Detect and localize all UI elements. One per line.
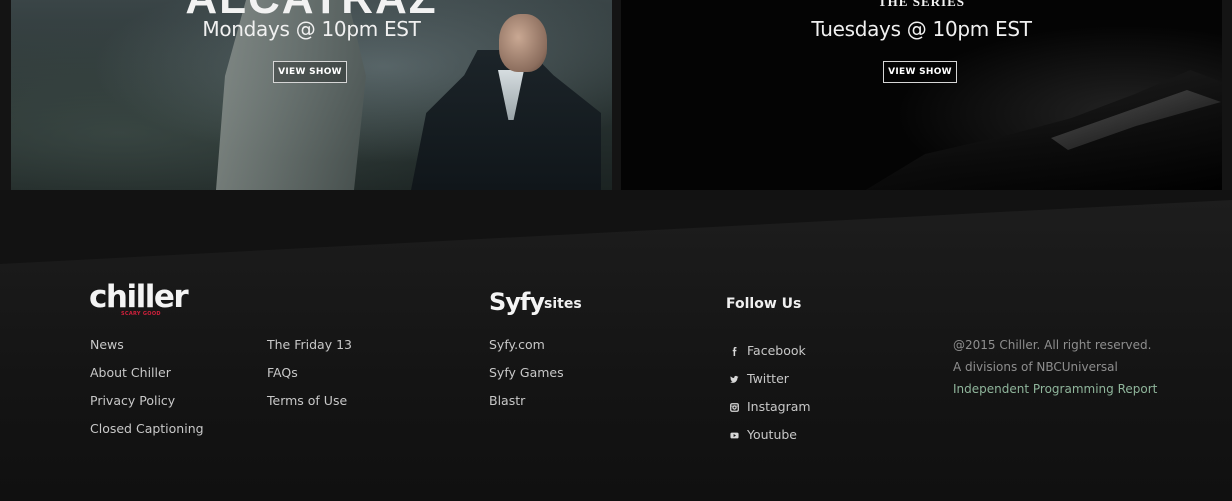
follow-link-label: Facebook [747, 343, 806, 358]
facebook-icon [728, 345, 740, 357]
footer-link-privacy[interactable]: Privacy Policy [90, 393, 204, 421]
chiller-logo[interactable]: chiller SCARY GOOD [89, 280, 189, 322]
follow-link-label: Youtube [747, 427, 797, 442]
syfy-sites-heading: sites [544, 296, 582, 312]
twitter-icon [728, 373, 740, 385]
syfy-link-blastr[interactable]: Blastr [489, 393, 564, 421]
programming-report-link[interactable]: Independent Programming Report [953, 381, 1157, 403]
chiller-logo-wordmark: chiller [89, 279, 189, 315]
footer-link-terms[interactable]: Terms of Use [267, 393, 352, 421]
instagram-icon [728, 401, 740, 413]
page: ALCATRAZ Mondays @ 10pm EST VIEW SHOW TH… [0, 0, 1232, 501]
footer-links-more: The Friday 13 FAQs Terms of Use [267, 337, 352, 421]
chiller-logo-tagline: SCARY GOOD [121, 311, 161, 317]
follow-link-twitter[interactable]: Twitter [728, 365, 811, 393]
follow-us-links: Facebook Twitter Instagram Youtube [728, 337, 811, 449]
division-text: A divisions of NBCUniversal [953, 360, 1118, 374]
footer-links-main: News About Chiller Privacy Policy Closed… [90, 337, 204, 449]
view-show-button[interactable]: VIEW SHOW [273, 61, 347, 83]
view-show-button[interactable]: VIEW SHOW [883, 61, 957, 83]
show-banner-alcatraz[interactable]: ALCATRAZ Mondays @ 10pm EST VIEW SHOW [11, 0, 612, 190]
footer-link-faqs[interactable]: FAQs [267, 365, 352, 393]
footer-link-about[interactable]: About Chiller [90, 365, 204, 393]
syfy-link-games[interactable]: Syfy Games [489, 365, 564, 393]
footer-link-captioning[interactable]: Closed Captioning [90, 421, 204, 449]
youtube-icon [728, 429, 740, 441]
follow-link-label: Twitter [747, 371, 789, 386]
follow-link-label: Instagram [747, 399, 811, 414]
banner-title: THE SERIES [878, 0, 965, 9]
banner-schedule: Tuesdays @ 10pm EST [811, 17, 1032, 41]
copyright-text: @2015 Chiller. All right reserved. [953, 338, 1152, 352]
footer-link-news[interactable]: News [90, 337, 204, 365]
follow-link-youtube[interactable]: Youtube [728, 421, 811, 449]
banner-schedule: Mondays @ 10pm EST [202, 17, 421, 41]
syfy-sites-links: Syfy.com Syfy Games Blastr [489, 337, 564, 421]
footer-link-friday13[interactable]: The Friday 13 [267, 337, 352, 365]
follow-link-facebook[interactable]: Facebook [728, 337, 811, 365]
syfy-logo[interactable]: Syfy [489, 288, 545, 316]
follow-link-instagram[interactable]: Instagram [728, 393, 811, 421]
show-banner-series[interactable]: THE SERIES Tuesdays @ 10pm EST VIEW SHOW [621, 0, 1222, 190]
follow-us-heading: Follow Us [726, 296, 802, 312]
syfy-link-syfycom[interactable]: Syfy.com [489, 337, 564, 365]
legal-info: @2015 Chiller. All right reserved. A div… [953, 337, 1157, 403]
